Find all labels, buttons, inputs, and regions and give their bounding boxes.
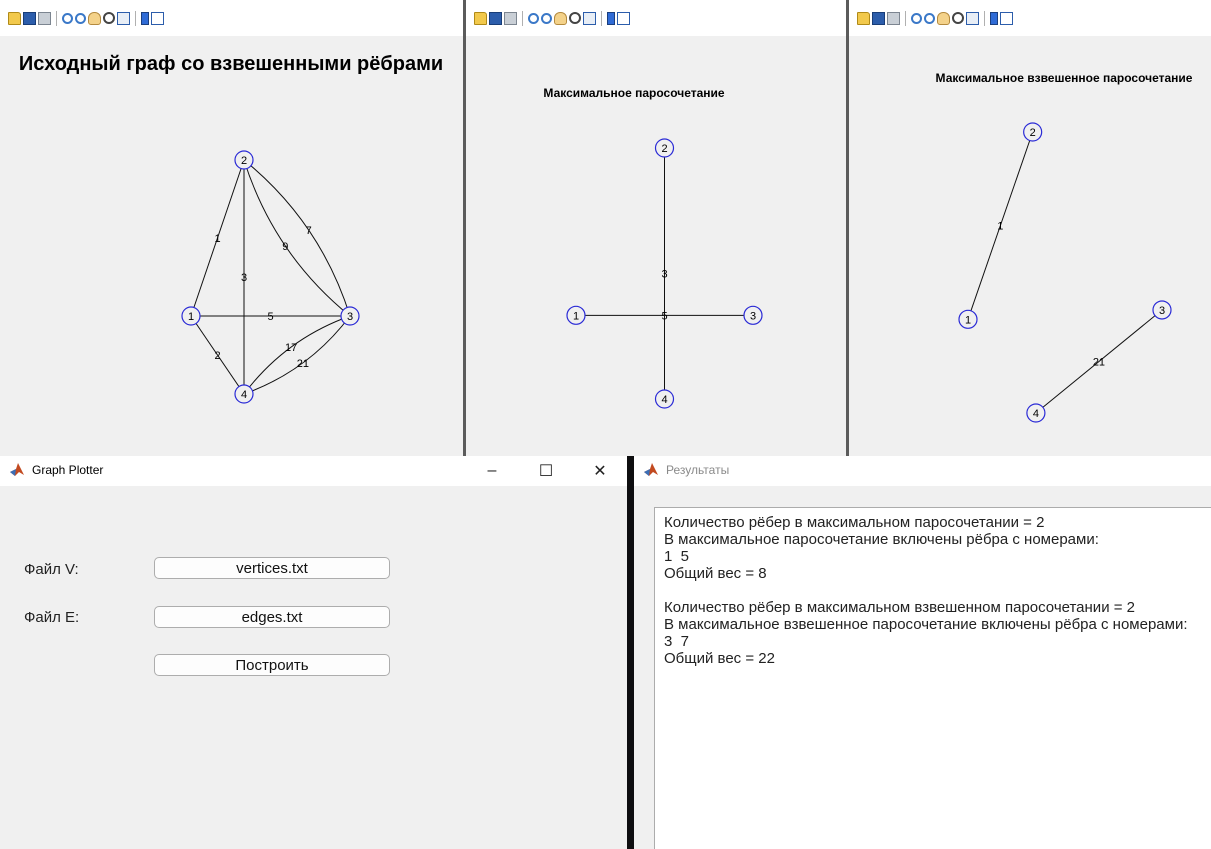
matlab-logo-icon	[10, 463, 24, 476]
figure-max-weighted-matching: Максимальное взвешенное паросочетание 1 21…	[849, 0, 1211, 456]
window-divider	[627, 456, 634, 849]
node-label: 2	[241, 155, 247, 167]
build-button[interactable]: Построить	[154, 654, 390, 676]
edge-weight-label: 1	[997, 221, 1003, 233]
edge-weight-label: 2	[214, 350, 220, 362]
window-title: Результаты	[666, 463, 730, 477]
graph-edge	[243, 159, 351, 317]
figure-max-matching: Максимальное паросочетание 3 5 1 2 3 4	[466, 0, 846, 456]
graph-plot-max-matching: Максимальное паросочетание 3 5 1 2 3 4	[543, 86, 763, 409]
edge-weight-label: 7	[306, 225, 312, 237]
node-label: 1	[965, 314, 971, 326]
node-label: 2	[1030, 127, 1036, 139]
edge-weight-label: 3	[241, 272, 247, 284]
edge-weight-label: 3	[661, 269, 667, 281]
results-text-area[interactable]: Количество рёбер в максимальном паросоче…	[654, 507, 1211, 849]
node-label: 4	[1033, 408, 1039, 420]
graph-plotter-window: Graph Plotter – ☐ ✕ Файл V: vertices.txt…	[0, 456, 627, 849]
matlab-logo-icon	[644, 463, 658, 476]
edge-weight-label: 5	[267, 311, 273, 323]
edge-weight-label: 17	[285, 342, 297, 354]
file-e-label: Файл E:	[24, 609, 80, 626]
graph-edge	[243, 159, 351, 317]
minimize-button[interactable]: –	[472, 456, 512, 486]
title-bar: Результаты	[634, 456, 1211, 486]
edge-weight-label: 5	[661, 310, 667, 322]
node-label: 4	[661, 394, 667, 406]
node-label: 4	[241, 389, 247, 401]
node-label: 1	[188, 311, 194, 323]
file-e-button[interactable]: edges.txt	[154, 606, 390, 628]
maximize-button[interactable]: ☐	[526, 456, 566, 486]
file-v-label: Файл V:	[24, 561, 79, 578]
title-bar: Graph Plotter – ☐ ✕	[0, 456, 627, 486]
file-v-button[interactable]: vertices.txt	[154, 557, 390, 579]
edge-weight-label: 21	[297, 358, 309, 370]
graph-plot-original: Исходный граф со взвешенными рёбрами 1 2 3 5…	[19, 53, 443, 404]
results-text: Количество рёбер в максимальном паросоче…	[664, 514, 1188, 667]
node-label: 3	[1159, 305, 1165, 317]
node-label: 3	[750, 310, 756, 322]
edge-weight-label: 9	[282, 241, 288, 253]
edge-weight-label: 1	[214, 233, 220, 245]
node-label: 2	[661, 143, 667, 155]
figure-title: Максимальное взвешенное паросочетание	[936, 71, 1193, 85]
figure-original-graph: Исходный граф со взвешенными рёбрами 1 2 3 5…	[0, 0, 463, 456]
edge-weight-label: 21	[1093, 356, 1105, 368]
node-label: 3	[347, 311, 353, 323]
results-window: Результаты Количество рёбер в максимальн…	[634, 456, 1211, 849]
node-label: 1	[573, 310, 579, 322]
window-title: Graph Plotter	[32, 463, 104, 477]
graph-plot-max-weighted-matching: Максимальное взвешенное паросочетание121…	[936, 71, 1193, 423]
graph-edge	[243, 315, 351, 395]
close-button[interactable]: ✕	[580, 456, 620, 486]
figure-title: Исходный граф со взвешенными рёбрами	[19, 53, 443, 75]
figure-title: Максимальное паросочетание	[543, 86, 724, 100]
graph-edge	[243, 315, 351, 395]
